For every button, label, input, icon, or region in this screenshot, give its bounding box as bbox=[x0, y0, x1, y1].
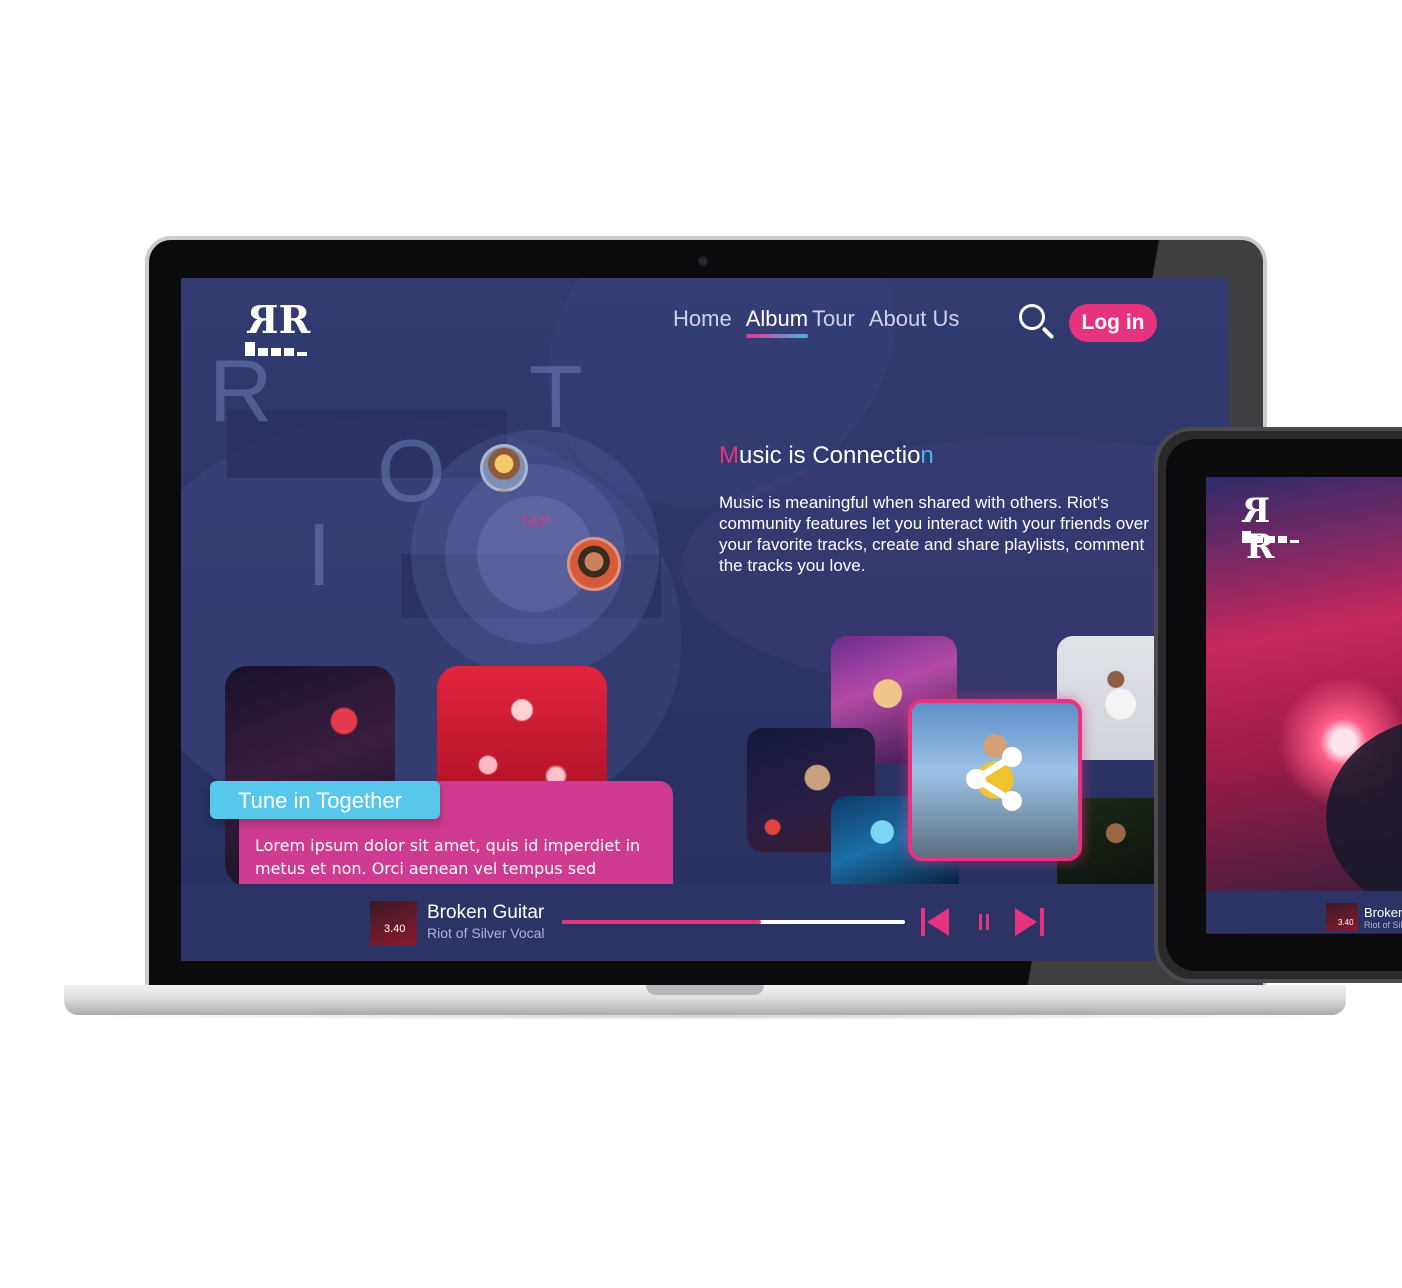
headline-middle: usic is Connectio bbox=[739, 442, 921, 469]
featured-gallery-photo[interactable] bbox=[908, 699, 1082, 861]
headline-first-letter: M bbox=[719, 442, 739, 469]
laptop-notch bbox=[646, 985, 764, 995]
tablet-track-artist: Riot of Silver Vocal bbox=[1364, 920, 1402, 930]
main-nav: Home Album Tour About Us bbox=[673, 306, 973, 338]
nav-about-us[interactable]: About Us bbox=[869, 306, 960, 332]
riot-letter-o: O bbox=[377, 421, 446, 520]
camera-icon bbox=[698, 256, 708, 266]
tablet-photo-shadow bbox=[1326, 717, 1402, 917]
pause-icon[interactable] bbox=[976, 908, 992, 936]
nav-tour[interactable]: Tour bbox=[812, 306, 855, 332]
progress-fill bbox=[562, 920, 761, 924]
tablet-player-bar: 3.40 Broken Guitar Riot of Silver Vocal bbox=[1206, 891, 1402, 933]
music-player-bar: 3.40 Broken Guitar Riot of Silver Vocal bbox=[181, 884, 1229, 961]
nav-home[interactable]: Home bbox=[673, 306, 732, 332]
previous-icon[interactable] bbox=[921, 908, 951, 936]
website-screen: RR Home Album Tour About Us Log in R O T… bbox=[181, 278, 1229, 961]
tablet-logo-equalizer-icon bbox=[1242, 531, 1299, 543]
friend-avatar[interactable] bbox=[567, 537, 621, 591]
login-button[interactable]: Log in bbox=[1069, 304, 1157, 342]
tap-label[interactable]: TAP bbox=[519, 512, 551, 532]
track-time: 3.40 bbox=[384, 923, 406, 935]
section-body-text: Music is meaningful when shared with oth… bbox=[719, 493, 1149, 575]
album-art[interactable]: 3.40 bbox=[370, 901, 417, 945]
progress-bar[interactable] bbox=[562, 920, 905, 924]
next-icon[interactable] bbox=[1013, 908, 1045, 936]
headline-last-letter: n bbox=[920, 442, 934, 469]
nav-album-label: Album bbox=[745, 306, 809, 331]
track-artist: Riot of Silver Vocal bbox=[427, 925, 545, 941]
section-headline: Music is Connection bbox=[719, 442, 934, 470]
track-title: Broken Guitar bbox=[427, 902, 545, 923]
friend-avatar[interactable] bbox=[480, 444, 528, 492]
laptop-base bbox=[64, 985, 1346, 1015]
riot-letter-t: T bbox=[529, 347, 583, 446]
logo-letters: RR bbox=[251, 297, 310, 342]
device-mockup-scene: RR Home Album Tour About Us Log in R O T… bbox=[0, 0, 1402, 1288]
nav-active-indicator bbox=[745, 334, 809, 338]
riot-letter-i: I bbox=[307, 505, 332, 604]
tablet-track-title: Broken Guitar bbox=[1364, 905, 1402, 920]
riot-letter-r: R bbox=[209, 341, 273, 440]
search-icon[interactable] bbox=[1017, 302, 1055, 342]
tablet-logo-letters: RR bbox=[1246, 491, 1274, 567]
tablet-album-art[interactable]: 3.40 bbox=[1326, 903, 1358, 931]
nav-album[interactable]: Album bbox=[745, 306, 809, 338]
tablet-track-time: 3.40 bbox=[1338, 918, 1354, 927]
feature-card-title: Tune in Together bbox=[210, 781, 440, 819]
share-icon[interactable] bbox=[958, 743, 1030, 815]
tablet-screen: RR 3.40 Broken Guitar Riot of Silver Voc… bbox=[1206, 477, 1402, 934]
